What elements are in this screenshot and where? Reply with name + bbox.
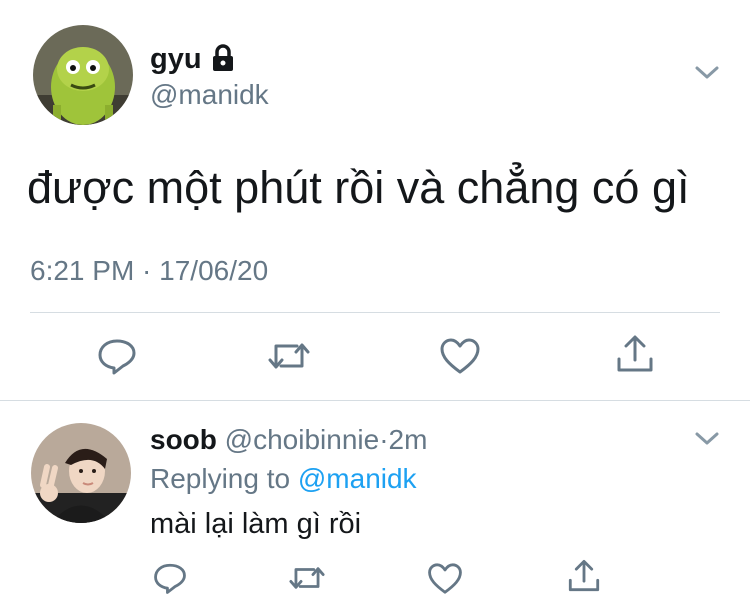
display-name[interactable]: gyu [150, 42, 202, 76]
reply-separator: · [379, 424, 389, 455]
reply-icon[interactable] [97, 336, 137, 376]
divider [30, 312, 720, 313]
replying-prefix: Replying to [150, 463, 291, 494]
share-icon[interactable] [614, 333, 656, 375]
reply-display-name[interactable]: soob [150, 424, 217, 455]
retweet-icon[interactable] [267, 336, 311, 376]
reply-handle[interactable]: @choibinnie [225, 424, 380, 455]
tweet-text: được một phút rồi và chẳng có gì [27, 162, 690, 213]
timestamp[interactable]: 6:21 PM · 17/06/20 [30, 254, 268, 288]
reply-heart-icon[interactable] [427, 562, 463, 595]
handle[interactable]: @manidk [150, 78, 269, 112]
heart-icon[interactable] [439, 337, 481, 375]
reply-time[interactable]: 2m [389, 424, 428, 455]
section-divider [0, 400, 750, 401]
chevron-down-icon[interactable] [694, 64, 720, 82]
lock-icon [210, 44, 236, 72]
reply-header: soob @choibinnie·2m [150, 423, 427, 457]
replying-to: Replying to @manidk [150, 462, 417, 496]
replying-handle-link[interactable]: @manidk [298, 463, 417, 494]
reply-share-icon[interactable] [566, 558, 602, 594]
reply-text: mài lại làm gì rồi [150, 508, 362, 540]
reply-retweet-icon[interactable] [288, 561, 326, 595]
avatar[interactable] [33, 25, 133, 125]
reply-avatar[interactable] [31, 423, 131, 523]
reply-reply-icon[interactable] [153, 561, 187, 595]
reply-chevron-down-icon[interactable] [694, 430, 720, 448]
